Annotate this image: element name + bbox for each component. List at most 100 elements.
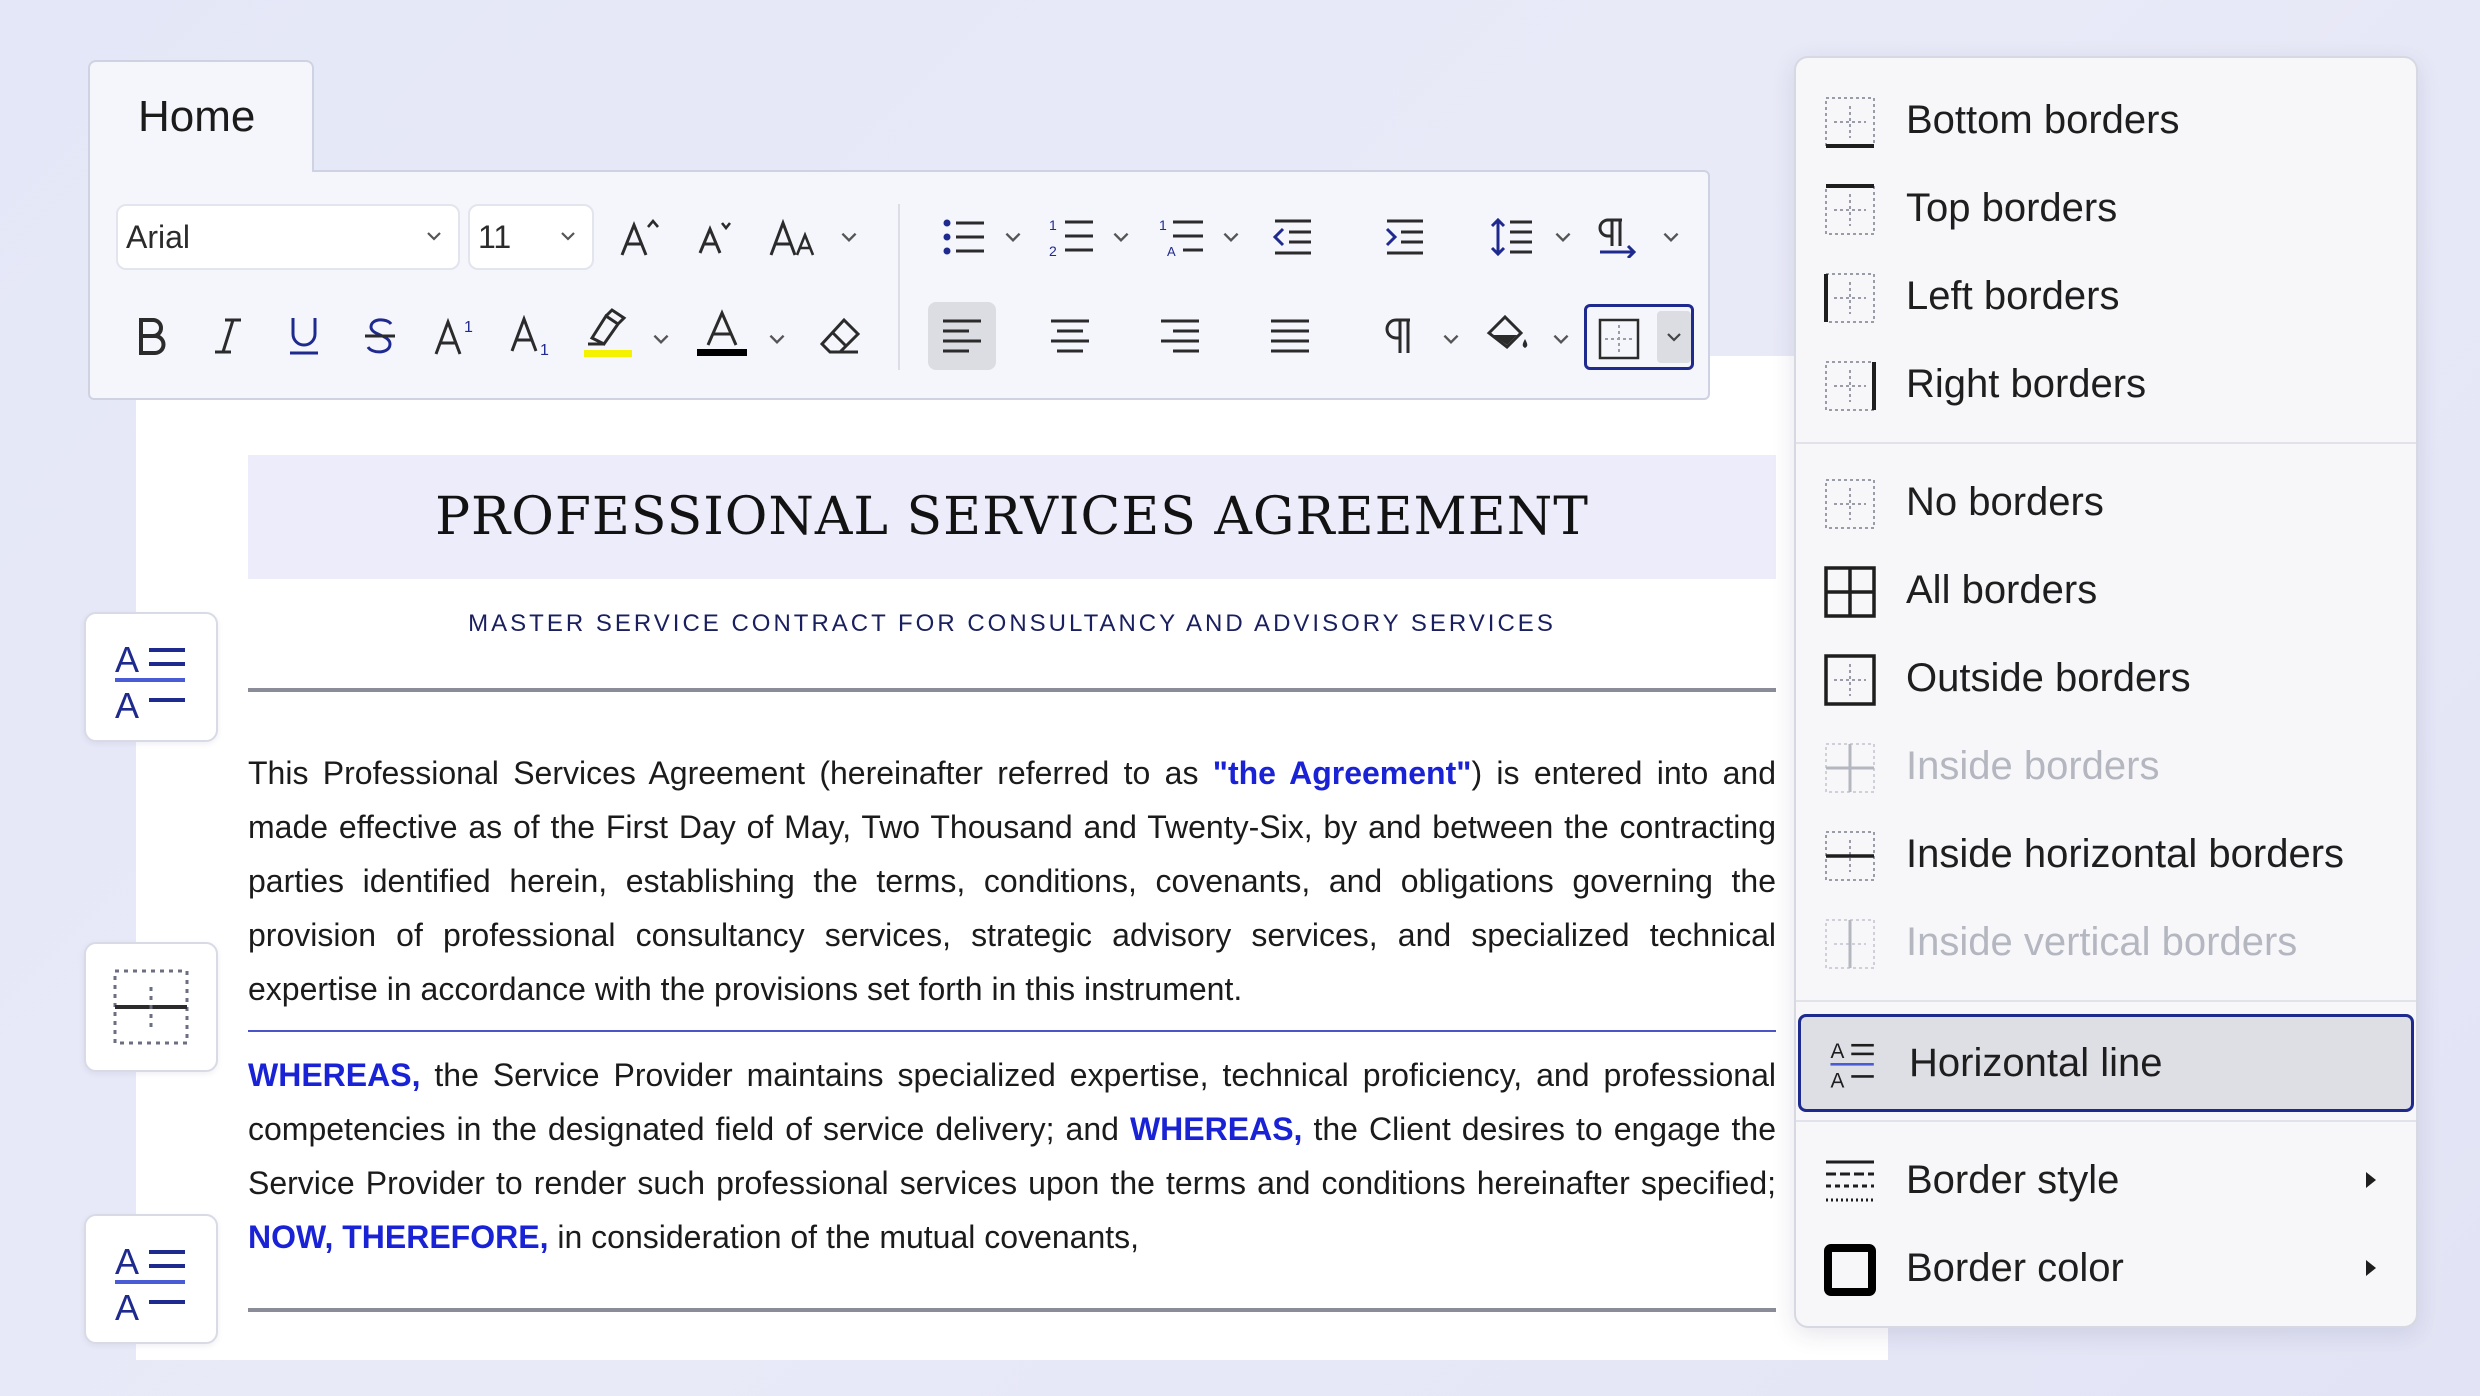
document-subtitle[interactable]: MASTER SERVICE CONTRACT FOR CONSULTANCY … bbox=[248, 610, 1776, 638]
svg-text:A: A bbox=[1167, 244, 1176, 258]
clear-formatting-button[interactable] bbox=[806, 302, 874, 370]
svg-text:A: A bbox=[1830, 1040, 1844, 1063]
svg-text:A: A bbox=[115, 1287, 139, 1324]
menu-item-border-color[interactable]: Border color bbox=[1798, 1224, 2414, 1312]
paragraph-text: ) is entered into and made effective as … bbox=[248, 755, 1777, 1007]
italic-button[interactable] bbox=[194, 302, 262, 370]
grow-font-icon bbox=[620, 218, 659, 256]
keyword-whereas: WHEREAS, bbox=[248, 1057, 421, 1093]
increase-indent-button[interactable] bbox=[1370, 203, 1438, 271]
chevron-down-icon[interactable] bbox=[766, 328, 788, 350]
highlight-color-swatch bbox=[584, 349, 632, 357]
border-color-icon bbox=[1824, 1244, 1876, 1296]
menu-item-border-style[interactable]: Border style bbox=[1798, 1136, 2414, 1224]
svg-text:A: A bbox=[1830, 1069, 1844, 1089]
menu-item-left-borders[interactable]: Left borders bbox=[1798, 252, 2414, 340]
bold-button[interactable] bbox=[118, 302, 186, 370]
menu-item-bottom-borders[interactable]: Bottom borders bbox=[1798, 76, 2414, 164]
border-top-icon bbox=[1825, 184, 1875, 235]
borders-button[interactable] bbox=[1584, 304, 1694, 370]
strikethrough-button[interactable] bbox=[346, 302, 414, 370]
border-inside-vertical-icon bbox=[1825, 919, 1875, 969]
border-bottom-icon bbox=[1598, 318, 1640, 360]
horizontal-line-icon: AA bbox=[1830, 1040, 1874, 1089]
show-formatting-marks-button[interactable] bbox=[1366, 302, 1434, 370]
menu-item-right-borders[interactable]: Right borders bbox=[1798, 340, 2414, 428]
document-title[interactable]: PROFESSIONAL SERVICES AGREEMENT bbox=[435, 487, 1589, 547]
paragraph-whereas[interactable]: WHEREAS, the Service Provider maintains … bbox=[248, 1048, 1776, 1264]
menu-item-inside-borders: Inside borders bbox=[1798, 722, 2414, 810]
keyword-now-therefore: NOW, THEREFORE, bbox=[248, 1219, 549, 1255]
change-case-button[interactable] bbox=[760, 203, 828, 271]
superscript-icon: 1 bbox=[434, 317, 473, 355]
svg-text:A: A bbox=[115, 685, 139, 722]
decrease-indent-button[interactable] bbox=[1258, 203, 1326, 271]
bullet-list-button[interactable] bbox=[930, 203, 998, 271]
align-center-button[interactable] bbox=[1036, 302, 1104, 370]
chevron-down-icon[interactable] bbox=[1220, 226, 1242, 248]
svg-text:A: A bbox=[115, 639, 139, 680]
paragraph-direction-button[interactable] bbox=[1584, 203, 1652, 271]
menu-separator bbox=[1796, 442, 2416, 444]
numbered-list-button[interactable]: 12 bbox=[1038, 203, 1106, 271]
chevron-down-icon[interactable] bbox=[650, 328, 672, 350]
insert-horizontal-line-button[interactable]: A A bbox=[84, 612, 218, 742]
highlight-color-button[interactable] bbox=[574, 298, 642, 366]
menu-item-all-borders[interactable]: All borders bbox=[1798, 546, 2414, 634]
menu-separator bbox=[1796, 1120, 2416, 1122]
chevron-down-icon[interactable] bbox=[1550, 328, 1572, 350]
menu-item-top-borders[interactable]: Top borders bbox=[1798, 164, 2414, 252]
font-family-value: Arial bbox=[126, 218, 191, 255]
shading-button[interactable] bbox=[1474, 300, 1542, 368]
tab-home[interactable]: Home bbox=[88, 60, 314, 172]
chevron-down-icon[interactable] bbox=[1660, 226, 1682, 248]
font-size-select[interactable]: 11 bbox=[468, 204, 594, 270]
menu-item-horizontal-line[interactable]: AA Horizontal line bbox=[1798, 1014, 2414, 1112]
chevron-down-icon[interactable] bbox=[1440, 328, 1462, 350]
grow-font-button[interactable] bbox=[606, 203, 674, 271]
insert-horizontal-line-button-2[interactable]: A A bbox=[84, 1214, 218, 1344]
increase-indent-icon bbox=[1385, 219, 1423, 255]
multilevel-list-button[interactable]: 1A bbox=[1148, 203, 1216, 271]
align-right-button[interactable] bbox=[1146, 302, 1214, 370]
paragraph-direction-icon bbox=[1598, 218, 1637, 258]
align-left-button[interactable] bbox=[928, 302, 996, 370]
chevron-down-icon[interactable] bbox=[1002, 226, 1024, 248]
menu-item-inside-horizontal-borders[interactable]: Inside horizontal borders bbox=[1798, 810, 2414, 898]
strikethrough-icon bbox=[365, 318, 395, 354]
shrink-font-button[interactable] bbox=[680, 203, 748, 271]
horizontal-rule bbox=[248, 1308, 1776, 1312]
chevron-down-icon[interactable] bbox=[838, 226, 860, 248]
chevron-down-icon[interactable] bbox=[1552, 226, 1574, 248]
menu-item-no-borders[interactable]: No borders bbox=[1798, 458, 2414, 546]
menu-item-outside-borders[interactable]: Outside borders bbox=[1798, 634, 2414, 722]
subscript-button[interactable]: 1 bbox=[498, 302, 566, 370]
font-size-value: 11 bbox=[478, 218, 512, 255]
menu-item-label: Top borders bbox=[1906, 185, 2118, 230]
inside-horizontal-borders-button[interactable] bbox=[84, 942, 218, 1072]
font-family-select[interactable]: Arial bbox=[116, 204, 460, 270]
menu-separator bbox=[1796, 1000, 2416, 1002]
border-all-icon bbox=[1824, 566, 1876, 618]
defined-term: "the Agreement" bbox=[1212, 755, 1472, 791]
justify-button[interactable] bbox=[1256, 302, 1324, 370]
menu-item-label: Inside borders bbox=[1906, 743, 2160, 788]
underline-button[interactable] bbox=[270, 302, 338, 370]
svg-text:A: A bbox=[115, 1241, 139, 1282]
justify-icon bbox=[1271, 319, 1309, 353]
menu-item-label: Left borders bbox=[1906, 273, 2120, 318]
chevron-down-icon[interactable] bbox=[1110, 226, 1132, 248]
superscript-button[interactable]: 1 bbox=[422, 302, 490, 370]
italic-icon bbox=[215, 318, 241, 354]
line-spacing-icon bbox=[1490, 217, 1532, 257]
multilevel-list-icon: 1A bbox=[1159, 217, 1203, 258]
pilcrow-icon bbox=[1385, 318, 1410, 353]
borders-menu: Bottom borders Top borders Left borders … bbox=[1794, 56, 2418, 1328]
font-color-button[interactable] bbox=[688, 298, 756, 366]
border-right-icon bbox=[1825, 361, 1876, 411]
chevron-down-icon bbox=[427, 232, 441, 241]
borders-dropdown-toggle[interactable] bbox=[1657, 311, 1691, 363]
paragraph-intro[interactable]: This Professional Services Agreement (he… bbox=[248, 746, 1776, 1016]
line-spacing-button[interactable] bbox=[1478, 203, 1546, 271]
paragraph-text: This Professional Services Agreement (he… bbox=[248, 755, 1213, 791]
